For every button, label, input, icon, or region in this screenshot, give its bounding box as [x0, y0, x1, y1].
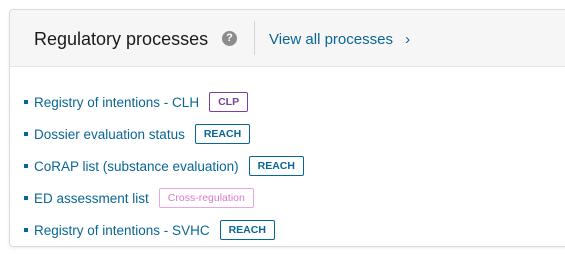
card-title: Regulatory processes: [34, 29, 209, 49]
regulation-tag: REACH: [248, 156, 304, 176]
regulation-tag: REACH: [194, 124, 251, 144]
bullet-icon: [24, 196, 28, 200]
bullet-icon: [24, 132, 28, 136]
process-link[interactable]: Registry of intentions - SVHC: [34, 223, 210, 238]
list-item: ED assessment list Cross-regulation: [24, 182, 304, 214]
list-item: Registry of intentions - CLH CLP: [24, 86, 304, 118]
header-divider: [254, 21, 255, 55]
list-item: Registry of intentions - SVHC REACH: [24, 214, 304, 246]
bullet-icon: [24, 228, 28, 232]
regulation-tag: REACH: [219, 220, 275, 240]
regulation-tag: CLP: [209, 92, 249, 112]
process-link[interactable]: Dossier evaluation status: [34, 127, 185, 142]
chevron-right-icon: ›: [405, 31, 411, 48]
process-list: Registry of intentions - CLH CLP Dossier…: [24, 86, 304, 246]
process-link[interactable]: CoRAP list (substance evaluation): [34, 159, 239, 174]
list-item: CoRAP list (substance evaluation) REACH: [24, 150, 304, 182]
view-all-processes-link[interactable]: View all processes ›: [269, 31, 410, 48]
regulation-tag: Cross-regulation: [158, 188, 254, 208]
bullet-icon: [24, 164, 28, 168]
bullet-icon: [24, 100, 28, 104]
card-header: Regulatory processes ? View all processe…: [10, 10, 565, 67]
regulatory-processes-card: Regulatory processes ? View all processe…: [9, 9, 565, 247]
view-all-label: View all processes: [269, 31, 393, 48]
process-link[interactable]: ED assessment list: [34, 191, 149, 206]
process-link[interactable]: Registry of intentions - CLH: [34, 95, 199, 110]
help-icon[interactable]: ?: [222, 31, 237, 46]
list-item: Dossier evaluation status REACH: [24, 118, 304, 150]
